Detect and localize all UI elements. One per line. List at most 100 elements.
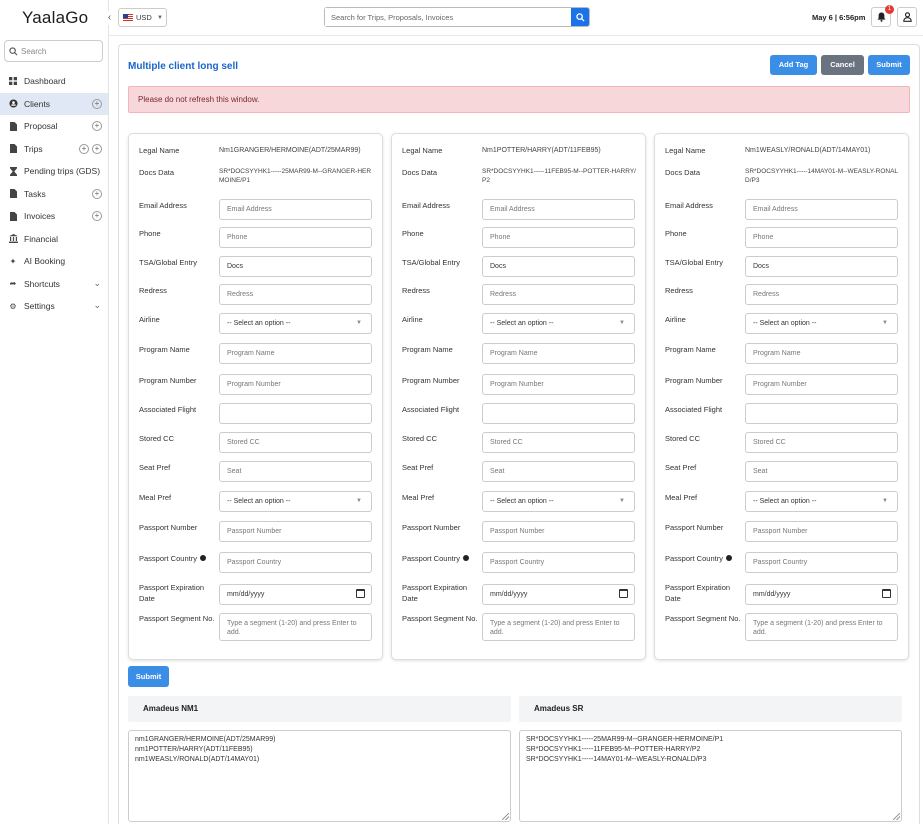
sidebar-item-label: Clients — [24, 98, 50, 109]
associated-flight-input[interactable] — [219, 403, 372, 424]
sidebar-search[interactable] — [4, 40, 103, 62]
passport-number-input[interactable]: Passport Number — [482, 521, 635, 542]
docs-data-label: Docs Data — [139, 168, 175, 177]
user-menu-button[interactable] — [897, 7, 917, 27]
passport-country-input[interactable]: Passport Country — [219, 552, 372, 573]
add-client-plus-icon[interactable]: + — [92, 98, 102, 109]
add-trip-plus-icon[interactable]: + — [79, 143, 89, 154]
phone-input[interactable]: Phone — [745, 227, 898, 248]
airline-select[interactable]: -- Select an option -- ▼ — [745, 313, 898, 334]
sidebar-item-financial[interactable]: Financial — [0, 228, 108, 251]
redress-input[interactable]: Redress — [219, 284, 372, 305]
passport-country-input[interactable]: Passport Country — [482, 552, 635, 573]
amadeus-sr-textarea[interactable]: SR*DOCSYYHK1-----25MAR99-M--GRANGER-HERM… — [519, 730, 902, 822]
meal-pref-select[interactable]: -- Select an option -- ▼ — [745, 491, 898, 512]
phone-placeholder: Phone — [490, 234, 511, 241]
airline-select[interactable]: -- Select an option -- ▼ — [482, 313, 635, 334]
info-icon[interactable] — [199, 555, 206, 561]
program-number-input[interactable]: Program Number — [482, 374, 635, 395]
currency-select[interactable]: USD ▼ — [118, 8, 167, 27]
sidebar-search-input[interactable] — [21, 46, 96, 56]
info-icon[interactable] — [725, 555, 732, 561]
share-icon: ➦ — [9, 279, 17, 289]
add-tag-button[interactable]: Add Tag — [770, 55, 817, 75]
tsa-input[interactable]: Docs — [219, 256, 372, 277]
notifications-button[interactable]: 1 — [871, 5, 894, 27]
submit-bottom-button[interactable]: Submit — [128, 666, 169, 687]
passport-number-input[interactable]: Passport Number — [219, 521, 372, 542]
docs-data-value: SR*DOCSYYHK1-----25MAR99-M--GRANGER-HERM… — [219, 168, 372, 184]
sidebar-item-clients[interactable]: Clients + — [0, 92, 108, 115]
phone-input[interactable]: Phone — [482, 227, 635, 248]
passport-country-input[interactable]: Passport Country — [745, 552, 898, 573]
email-placeholder: Email Address — [227, 206, 272, 213]
redress-label: Redress — [665, 286, 693, 295]
sidebar-item-proposal[interactable]: Proposal + — [0, 115, 108, 138]
add-proposal-plus-icon[interactable]: + — [92, 121, 102, 131]
program-number-input[interactable]: Program Number — [219, 374, 372, 395]
phone-input[interactable]: Phone — [219, 227, 372, 248]
stored-cc-input[interactable]: Stored CC — [219, 432, 372, 453]
program-number-placeholder: Program Number — [490, 381, 544, 388]
add-invoice-plus-icon[interactable]: + — [92, 211, 102, 221]
legal-name-label: Legal Name — [402, 146, 443, 155]
airline-select[interactable]: -- Select an option -- ▼ — [219, 313, 372, 334]
associated-flight-input[interactable] — [745, 403, 898, 424]
program-name-input[interactable]: Program Name — [219, 343, 372, 364]
global-search-input[interactable] — [325, 8, 571, 26]
sidebar-item-pending-trips[interactable]: Pending trips (GDS) — [0, 160, 108, 183]
program-name-input[interactable]: Program Name — [482, 343, 635, 364]
stored-cc-input[interactable]: Stored CC — [745, 432, 898, 453]
email-input[interactable]: Email Address — [219, 199, 372, 220]
meal-pref-select[interactable]: -- Select an option -- ▼ — [482, 491, 635, 512]
passport-number-placeholder: Passport Number — [227, 528, 282, 535]
sidebar-item-ai-booking[interactable]: ✦ AI Booking — [0, 250, 108, 273]
seat-pref-input[interactable]: Seat — [482, 461, 635, 482]
global-search-button[interactable] — [571, 8, 589, 26]
add-task-plus-icon[interactable]: + — [92, 188, 102, 199]
passport-segment-input[interactable]: Type a segment (1-20) and press Enter to… — [482, 613, 635, 641]
passport-segment-input[interactable]: Type a segment (1-20) and press Enter to… — [219, 613, 372, 641]
program-name-input[interactable]: Program Name — [745, 343, 898, 364]
seat-pref-input[interactable]: Seat — [745, 461, 898, 482]
passport-segment-input[interactable]: Type a segment (1-20) and press Enter to… — [745, 613, 898, 641]
seat-pref-input[interactable]: Seat — [219, 461, 372, 482]
redress-input[interactable]: Redress — [745, 284, 898, 305]
passport-expiration-placeholder: mm/dd/yyyy — [753, 591, 791, 598]
passport-expiration-input[interactable]: mm/dd/yyyy — [482, 584, 635, 605]
resize-handle-icon[interactable] — [893, 813, 900, 820]
passport-country-placeholder: Passport Country — [490, 559, 545, 566]
passport-number-input[interactable]: Passport Number — [745, 521, 898, 542]
passport-country-label: Passport Country — [139, 554, 197, 563]
sidebar-item-settings[interactable]: ⚙ Settings ⌄ — [0, 295, 108, 318]
email-input[interactable]: Email Address — [482, 199, 635, 220]
sidebar-item-dashboard[interactable]: Dashboard — [0, 70, 108, 93]
calendar-icon[interactable] — [356, 589, 365, 598]
bank-icon — [8, 234, 18, 244]
associated-flight-input[interactable] — [482, 403, 635, 424]
calendar-icon[interactable] — [619, 589, 628, 598]
add-trip-alt-plus-icon[interactable]: + — [92, 143, 102, 154]
sidebar-item-invoices[interactable]: Invoices + — [0, 205, 108, 228]
calendar-icon[interactable] — [882, 589, 891, 598]
tsa-input[interactable]: Docs — [745, 256, 898, 277]
passport-expiration-input[interactable]: mm/dd/yyyy — [219, 584, 372, 605]
email-input[interactable]: Email Address — [745, 199, 898, 220]
submit-button[interactable]: Submit — [868, 55, 910, 75]
passport-expiration-input[interactable]: mm/dd/yyyy — [745, 584, 898, 605]
cancel-button[interactable]: Cancel — [821, 55, 864, 75]
sidebar-item-shortcuts[interactable]: ➦ Shortcuts ⌄ — [0, 273, 108, 296]
tsa-input[interactable]: Docs — [482, 256, 635, 277]
app-logo[interactable]: YaalaGo — [22, 8, 88, 28]
redress-input[interactable]: Redress — [482, 284, 635, 305]
resize-handle-icon[interactable] — [502, 813, 509, 820]
sidebar-item-tasks[interactable]: Tasks + — [0, 183, 108, 206]
sidebar-item-trips[interactable]: Trips + + — [0, 138, 108, 161]
tsa-placeholder: Docs — [490, 263, 506, 270]
info-icon[interactable] — [462, 555, 469, 561]
program-number-input[interactable]: Program Number — [745, 374, 898, 395]
meal-pref-select[interactable]: -- Select an option -- ▼ — [219, 491, 372, 512]
sidebar-item-label: Tasks — [24, 188, 46, 199]
amadeus-nm1-textarea[interactable]: nm1GRANGER/HERMOINE(ADT/25MAR99) nm1POTT… — [128, 730, 511, 822]
stored-cc-input[interactable]: Stored CC — [482, 432, 635, 453]
